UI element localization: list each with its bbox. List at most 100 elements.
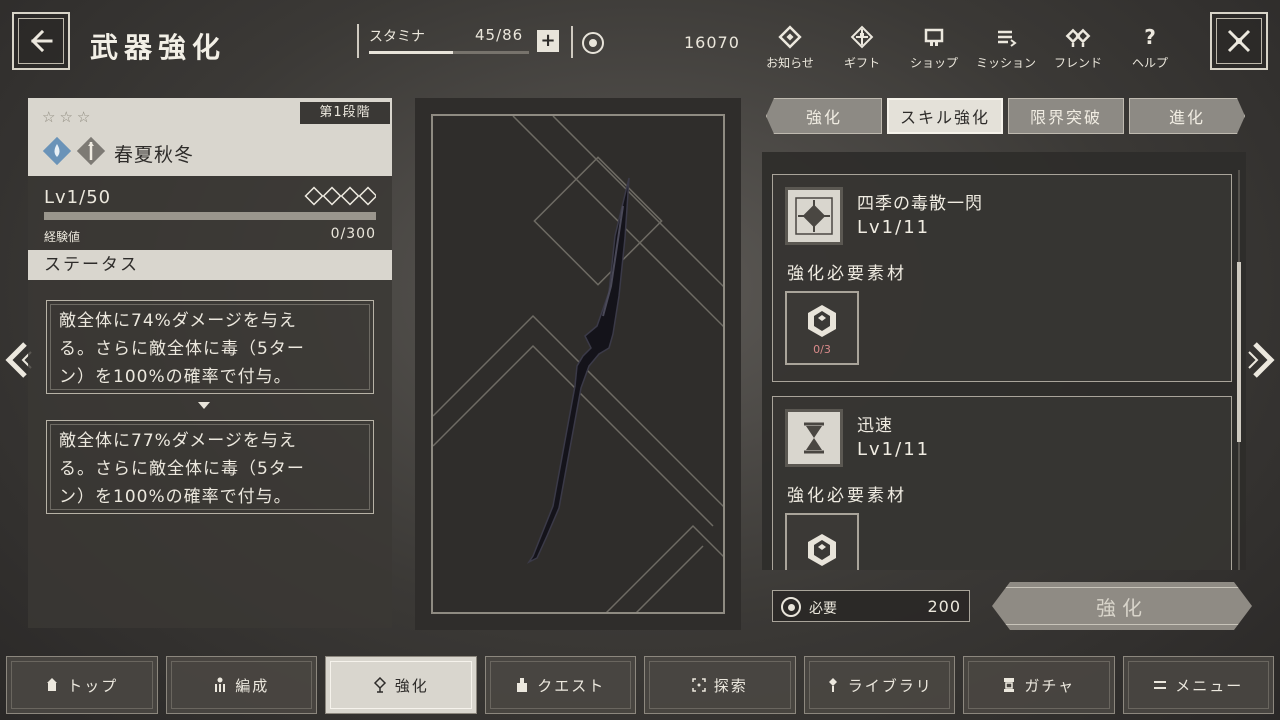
close-button[interactable] xyxy=(1210,12,1268,70)
description-line: ン）を100%の確率で付与。 xyxy=(59,487,292,507)
skill-level: Lv1/11 xyxy=(857,217,931,238)
skill-level: Lv1/11 xyxy=(857,439,931,460)
divider xyxy=(571,26,573,58)
menu-icon xyxy=(1153,677,1167,693)
bottom-nav: トップ 編成 強化 クエスト 探索 ライブラリ ガチャ メニュー xyxy=(6,656,1274,716)
scrollbar-thumb[interactable] xyxy=(1237,262,1241,442)
nav-formation[interactable]: 編成 xyxy=(165,656,317,714)
nav-menu[interactable]: メニュー xyxy=(1122,656,1274,714)
currency-value: 16070 xyxy=(684,33,740,52)
stamina-bar xyxy=(369,51,529,54)
cost-value: 200 xyxy=(927,597,961,616)
tab-evolve[interactable]: 進化 xyxy=(1129,98,1245,134)
top-menu-label: フレンド xyxy=(1053,56,1102,70)
nav-enhance[interactable]: 強化 xyxy=(325,656,477,714)
top-menu-label: ミッション xyxy=(975,56,1036,70)
tab-enhance[interactable]: 強化 xyxy=(766,98,882,134)
top-menu: お知らせ ギフト ショップ ミッション フレンド ? ヘルプ xyxy=(754,22,1186,71)
nav-label: ガチャ xyxy=(1024,676,1076,695)
current-skill-description: 敵全体に74%ダメージを与え る。さらに敵全体に毒（5ター ン）を100%の確率… xyxy=(46,300,374,394)
nav-label: トップ xyxy=(67,676,119,695)
weapon-art-panel xyxy=(415,98,741,630)
stamina-value: 45/86 xyxy=(475,26,524,44)
material-slot[interactable] xyxy=(785,513,859,570)
description-line: る。さらに敵全体に毒（5ター xyxy=(59,459,305,479)
home-icon xyxy=(45,677,59,693)
back-button[interactable] xyxy=(12,12,70,70)
top-menu-label: お知らせ xyxy=(766,56,814,70)
explore-icon xyxy=(691,677,706,693)
spear-type-icon xyxy=(76,136,106,166)
material-count: 0/3 xyxy=(813,342,831,356)
top-menu-label: ヘルプ xyxy=(1131,56,1168,70)
top-menu-shop[interactable]: ショップ xyxy=(898,22,970,71)
nav-explore[interactable]: 探索 xyxy=(644,656,796,714)
burst-skill-icon xyxy=(785,187,843,245)
nav-library[interactable]: ライブラリ xyxy=(803,656,955,714)
exp-label: 経験値 xyxy=(44,230,81,244)
stamina-display: スタミナ 45/86 + xyxy=(357,24,563,58)
top-menu-label: ギフト xyxy=(843,56,880,70)
exp-bar xyxy=(44,212,376,220)
material-slot[interactable]: 0/3 xyxy=(785,291,859,365)
tab-limit-break[interactable]: 限界突破 xyxy=(1008,98,1124,134)
svg-text:?: ? xyxy=(1144,25,1156,49)
nav-quest[interactable]: クエスト xyxy=(484,656,636,714)
down-arrow-icon xyxy=(198,402,210,409)
top-menu-notice[interactable]: お知らせ xyxy=(754,22,826,71)
status-heading: ステータス xyxy=(28,250,392,280)
material-label: 強化必要素材 xyxy=(787,486,907,506)
stamina-plus-button[interactable]: + xyxy=(537,30,559,52)
attribute-icons xyxy=(42,136,106,166)
weapon-info-panel: ☆ ☆ ☆ 第1段階 春夏秋冬 Lv1/50 経験値 0/300 ステータス 敵… xyxy=(28,98,392,628)
top-menu-help[interactable]: ? ヘルプ xyxy=(1114,22,1186,71)
top-menu-mission[interactable]: ミッション xyxy=(970,22,1042,71)
skill-card[interactable]: 四季の毒散一閃 Lv1/11 強化必要素材 0/3 xyxy=(772,174,1232,382)
next-weapon-button[interactable] xyxy=(1244,338,1280,382)
description-line: 敵全体に77%ダメージを与え xyxy=(59,431,297,451)
skill-card[interactable]: 迅速 Lv1/11 強化必要素材 xyxy=(772,396,1232,570)
limit-break-diamonds xyxy=(304,186,376,206)
mission-icon xyxy=(991,22,1021,52)
nav-label: 探索 xyxy=(713,676,748,695)
next-skill-description: 敵全体に77%ダメージを与え る。さらに敵全体に毒（5ター ン）を100%の確率… xyxy=(46,420,374,514)
skill-name: 四季の毒散一閃 xyxy=(857,194,983,214)
description-line: る。さらに敵全体に毒（5ター xyxy=(59,339,305,359)
exp-value: 0/300 xyxy=(330,226,376,242)
back-arrow-icon xyxy=(18,18,64,64)
formation-icon xyxy=(213,677,227,693)
shop-icon xyxy=(919,22,949,52)
hourglass-skill-icon xyxy=(785,409,843,467)
top-menu-gift[interactable]: ギフト xyxy=(826,22,898,71)
material-label: 強化必要素材 xyxy=(787,264,907,284)
star-icon: ☆ xyxy=(59,108,73,126)
nav-label: 強化 xyxy=(394,676,429,695)
gacha-icon xyxy=(1002,677,1016,693)
stage-badge: 第1段階 xyxy=(300,102,390,124)
nav-top[interactable]: トップ xyxy=(6,656,158,714)
stamina-bar-fill xyxy=(369,51,453,54)
cost-label: 必要 xyxy=(809,601,837,617)
weapon-name: 春夏秋冬 xyxy=(114,144,195,166)
skill-name: 迅速 xyxy=(857,416,893,436)
notice-icon xyxy=(775,22,805,52)
nav-gacha[interactable]: ガチャ xyxy=(963,656,1115,714)
gift-icon xyxy=(847,22,877,52)
currency-icon xyxy=(781,597,801,617)
description-line: ン）を100%の確率で付与。 xyxy=(59,367,292,387)
weapon-header: ☆ ☆ ☆ 第1段階 春夏秋冬 xyxy=(28,98,392,176)
nav-label: クエスト xyxy=(537,676,606,695)
enhance-button[interactable]: 強化 xyxy=(992,582,1252,630)
weapon-image-frame xyxy=(431,114,725,614)
skill-list[interactable]: 四季の毒散一閃 Lv1/11 強化必要素材 0/3 迅速 Lv1/11 強化必要… xyxy=(762,152,1246,570)
water-element-icon xyxy=(42,136,72,166)
button-border xyxy=(998,587,1246,625)
currency-icon xyxy=(582,32,604,54)
top-menu-friend[interactable]: フレンド xyxy=(1042,22,1114,71)
chevron-right-icon xyxy=(1248,342,1275,378)
enhance-tabs: 強化 スキル強化 限界突破 進化 xyxy=(766,98,1250,134)
help-icon: ? xyxy=(1135,22,1165,52)
friend-icon xyxy=(1063,22,1093,52)
description-line: 敵全体に74%ダメージを与え xyxy=(59,311,297,331)
tab-skill-enhance[interactable]: スキル強化 xyxy=(887,98,1003,134)
